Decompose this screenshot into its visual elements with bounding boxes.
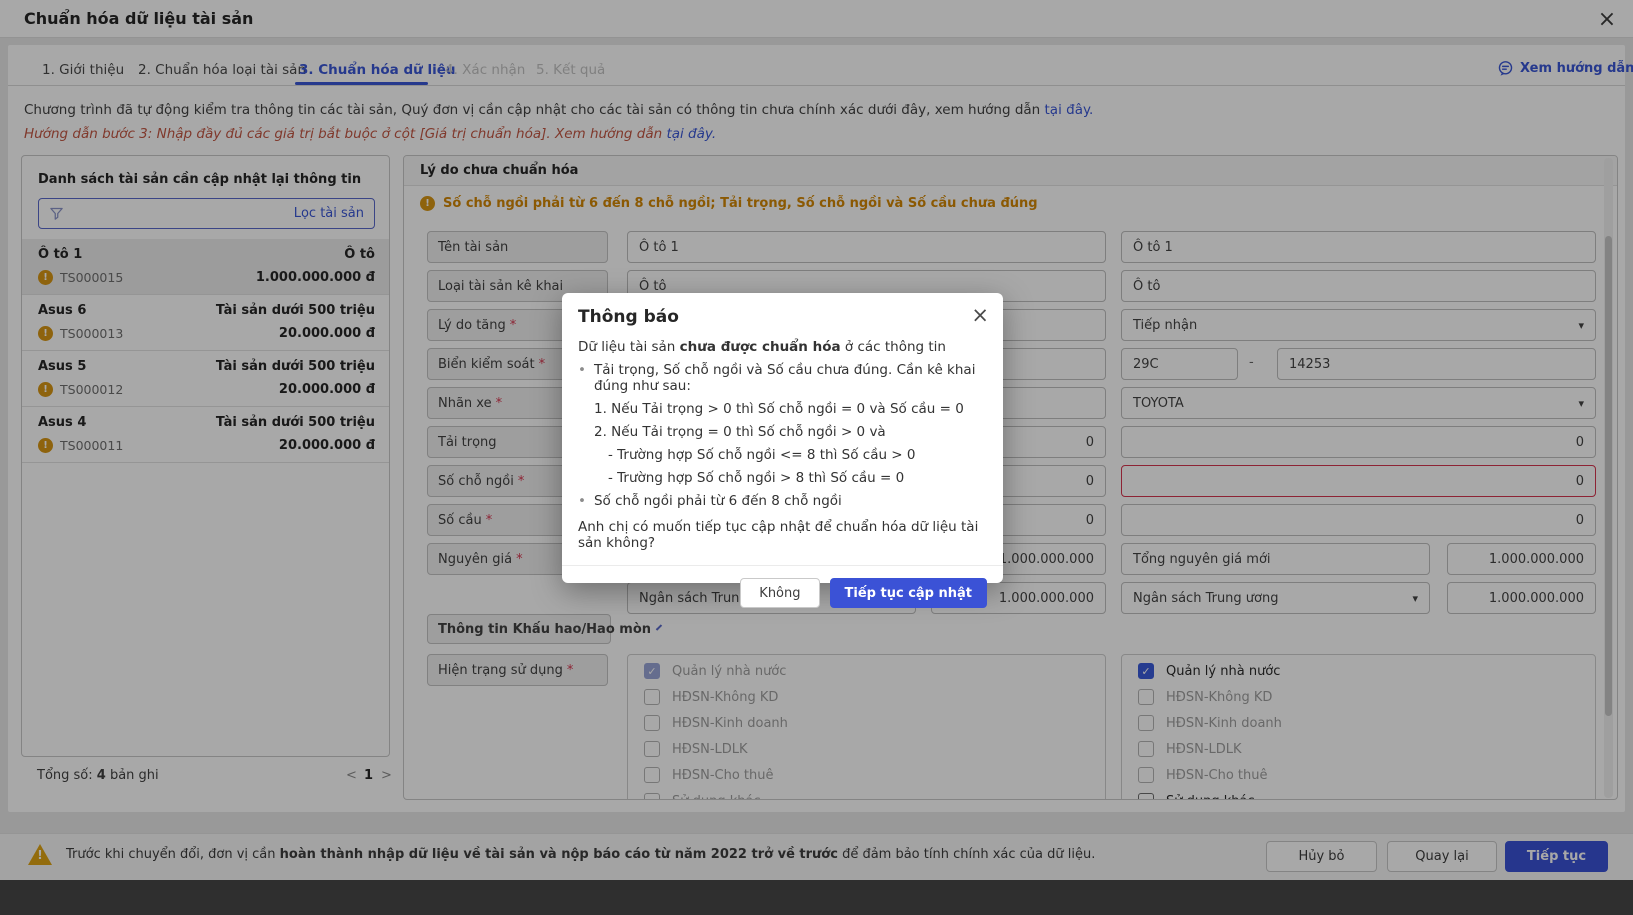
modal-bullet-1: •Tải trọng, Số chỗ ngồi và Số cầu chưa đ… [578, 362, 987, 394]
bullet-dot: • [578, 362, 586, 394]
bullet-dot: • [578, 493, 586, 509]
modal-intro-bold: chưa được chuẩn hóa [680, 339, 841, 355]
modal-question: Anh chị có muốn tiếp tục cập nhật để chu… [578, 519, 987, 551]
modal-intro-suffix: ở các thông tin [841, 339, 946, 355]
modal-title: Thông báo [578, 307, 987, 327]
modal-no-button[interactable]: Không [740, 578, 819, 608]
bullet-text: Tải trọng, Số chỗ ngồi và Số cầu chưa đú… [594, 362, 987, 394]
modal-close-icon[interactable]: × [971, 305, 989, 326]
modal-rule-2b: - Trường hợp Số chỗ ngồi > 8 thì Số cầu … [578, 470, 987, 486]
modal-rule-1: 1. Nếu Tải trọng > 0 thì Số chỗ ngồi = 0… [578, 401, 987, 417]
modal-intro-prefix: Dữ liệu tài sản [578, 339, 680, 355]
modal-footer: Không Tiếp tục cập nhật [562, 565, 1003, 608]
bullet-text: Số chỗ ngồi phải từ 6 đến 8 chỗ ngồi [594, 493, 842, 509]
modal-continue-update-button[interactable]: Tiếp tục cập nhật [830, 578, 987, 608]
modal-rule-2a: - Trường hợp Số chỗ ngồi <= 8 thì Số cầu… [578, 447, 987, 463]
modal-intro: Dữ liệu tài sản chưa được chuẩn hóa ở cá… [578, 339, 987, 355]
standardize-asset-screen: Chuẩn hóa dữ liệu tài sản × 1. Giới thiệ… [0, 0, 1633, 915]
modal-bullet-2: • Số chỗ ngồi phải từ 6 đến 8 chỗ ngồi [578, 493, 987, 509]
notification-modal: Thông báo × Dữ liệu tài sản chưa được ch… [562, 293, 1003, 583]
modal-rule-2: 2. Nếu Tải trọng = 0 thì Số chỗ ngồi > 0… [578, 424, 987, 440]
